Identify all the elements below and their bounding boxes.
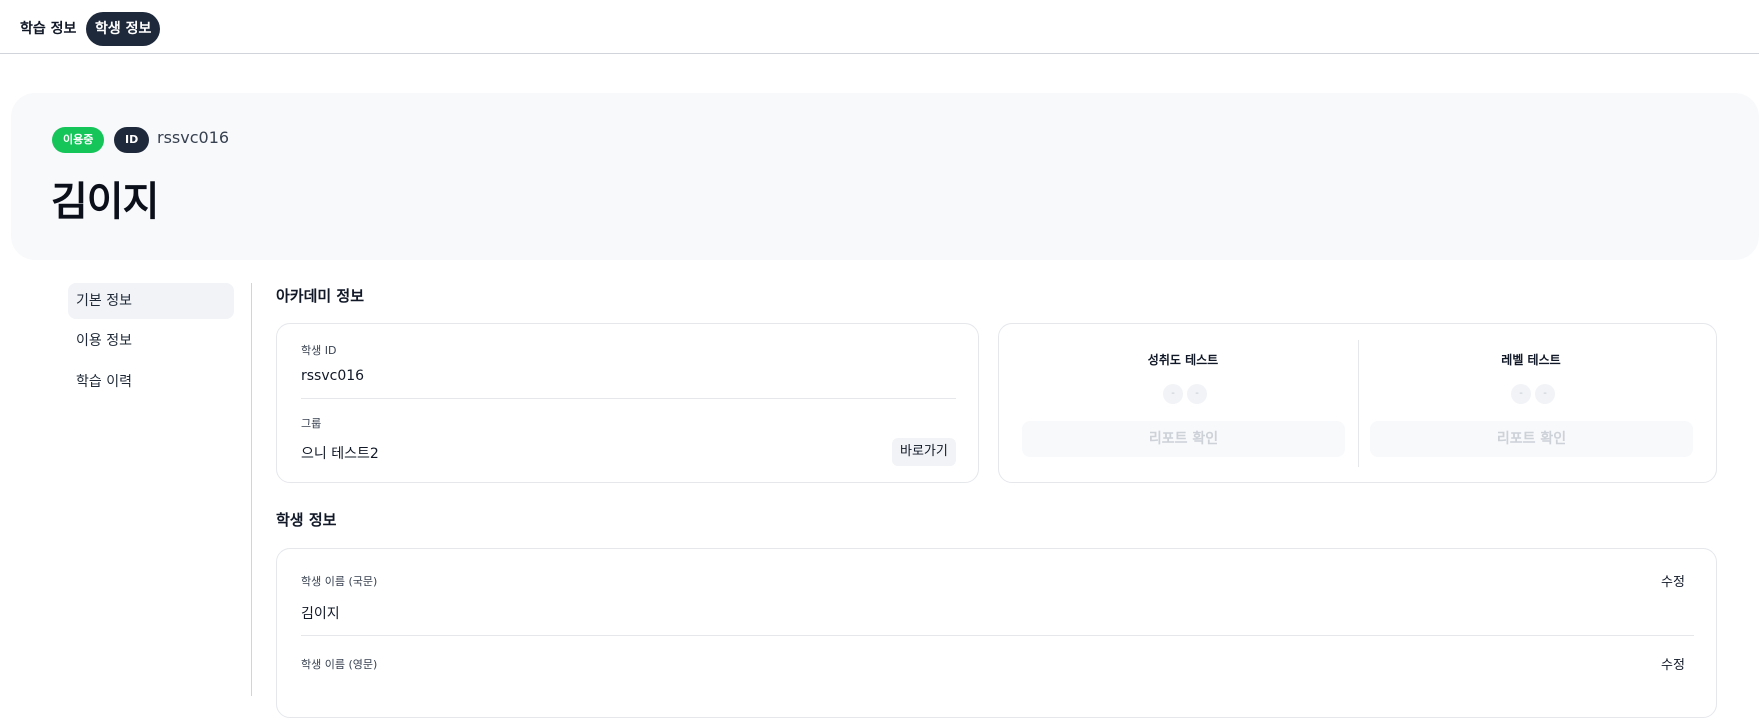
student-id-label: 학생 ID [301,344,337,357]
field-divider [301,398,956,399]
tab-learning-info[interactable]: 학습 정보 [11,12,85,46]
tests-divider [1358,340,1359,467]
achievement-score-dots: - - [1163,384,1213,406]
tab-student-info[interactable]: 학생 정보 [86,12,161,46]
level-dot: - [1511,384,1531,404]
academy-info-card: 학생 ID rssvc016 그룹 으니 테스트2 바로가기 [276,323,979,483]
go-to-group-button[interactable]: 바로가기 [892,438,956,466]
field-divider [301,635,1694,636]
edit-name-kr-button[interactable]: 수정 [1661,571,1685,590]
level-dot: - [1535,384,1555,404]
name-en-label: 학생 이름 (영문) [301,658,378,671]
level-report-button[interactable]: 리포트 확인 [1370,421,1693,457]
achievement-test-title: 성취도 테스트 [1147,353,1219,367]
achievement-report-button[interactable]: 리포트 확인 [1022,421,1345,457]
group-label: 그룹 [301,417,322,430]
edit-name-en-button[interactable]: 수정 [1661,654,1685,673]
achievement-dot: - [1187,384,1207,404]
id-badge: ID [114,127,150,153]
nav-divider [251,283,252,696]
group-value: 으니 테스트2 [301,446,379,462]
nav-item-learning-history[interactable]: 학습 이력 [68,364,234,400]
student-id-text: rssvc016 [157,128,230,147]
nav-item-usage-info[interactable]: 이용 정보 [68,323,234,359]
student-info-card: 학생 이름 (국문) 수정 김이지 학생 이름 (영문) 수정 [276,548,1717,718]
name-kr-label: 학생 이름 (국문) [301,575,378,588]
student-name-title: 김이지 [51,179,159,225]
nav-item-basic-info[interactable]: 기본 정보 [68,283,234,319]
student-section-title: 학생 정보 [276,511,337,529]
test-results-card: 성취도 테스트 - - 리포트 확인 레벨 테스트 - - 리포트 확인 [998,323,1717,483]
student-id-value: rssvc016 [301,368,365,384]
academy-section-title: 아카데미 정보 [276,287,365,305]
top-tab-bar: 학습 정보 학생 정보 [0,0,1759,54]
name-kr-value: 김이지 [301,606,340,622]
achievement-dot: - [1163,384,1183,404]
level-score-dots: - - [1511,384,1561,406]
level-test-title: 레벨 테스트 [1501,353,1561,367]
status-badge: 이용중 [52,127,105,153]
student-header: 이용중 ID rssvc016 김이지 [11,93,1759,260]
